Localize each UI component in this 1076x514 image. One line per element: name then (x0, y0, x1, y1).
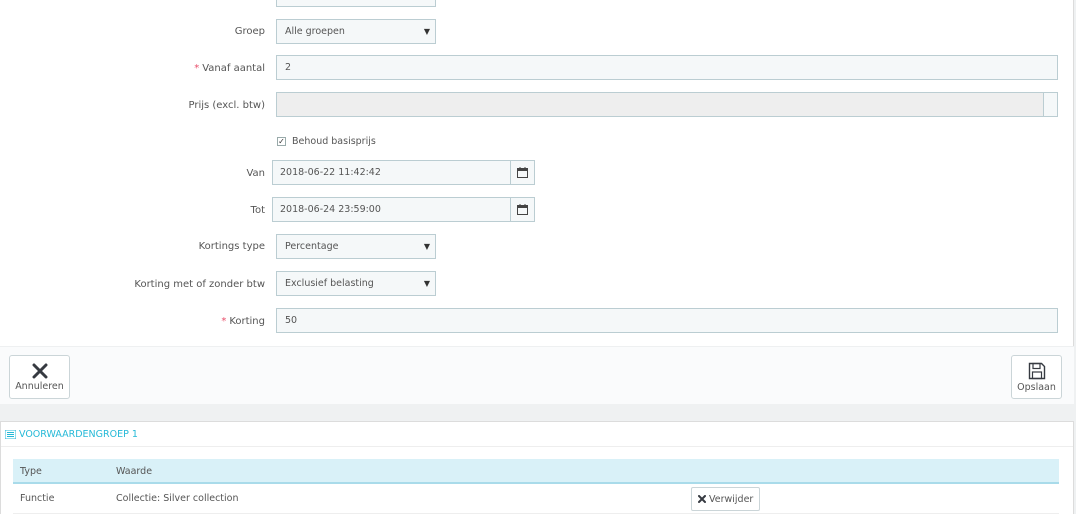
delete-condition-button[interactable]: Verwijder (691, 487, 761, 511)
row-type: Functie (20, 493, 55, 504)
to-date-label: Tot (250, 205, 265, 216)
discount-tax-select[interactable]: Exclusief belasting ▼ (276, 271, 436, 296)
keep-base-price-checkbox[interactable]: ✓ (277, 137, 286, 146)
caret-down-icon: ▼ (423, 27, 430, 36)
discount-tax-value: Exclusief belasting (285, 278, 374, 289)
price-input-addon (1043, 92, 1058, 117)
condition-group-heading: VOORWAARDENGROEP 1 (5, 429, 138, 440)
specific-price-form: Groep Alle groepen ▼ * Vanaf aantal 2 Pri… (0, 0, 1074, 404)
save-button[interactable]: Opslaan (1011, 355, 1062, 399)
required-mark: * (194, 63, 200, 74)
from-date-input[interactable]: 2018-06-22 11:42:42 (272, 160, 511, 185)
cropped-top-field[interactable] (276, 0, 436, 7)
discount-input[interactable]: 50 (276, 308, 1058, 333)
from-quantity-label: * Vanaf aantal (194, 63, 265, 74)
discount-label-text: Korting (229, 316, 265, 327)
list-icon (5, 430, 16, 439)
discount-type-value: Percentage (285, 241, 339, 252)
column-header-value: Waarde (116, 466, 153, 477)
condition-group-panel: VOORWAARDENGROEP 1 Type Waarde Functie C… (0, 421, 1074, 514)
group-label: Groep (234, 26, 265, 37)
form-footer: Annuleren Opslaan (0, 346, 1074, 404)
price-input[interactable] (276, 92, 1044, 117)
table-row: Functie Collectie: Silver collection Ver… (13, 484, 1059, 514)
required-mark: * (221, 316, 227, 327)
from-date-label: Van (246, 168, 265, 179)
discount-label: * Korting (221, 316, 265, 327)
calendar-icon (517, 204, 528, 215)
group-select[interactable]: Alle groepen ▼ (276, 19, 436, 44)
from-quantity-label-text: Vanaf aantal (202, 63, 265, 74)
from-date-calendar-button[interactable] (510, 160, 535, 185)
discount-type-select[interactable]: Percentage ▼ (276, 234, 436, 259)
cancel-button-label: Annuleren (15, 380, 64, 392)
discount-tax-label: Korting met of zonder btw (134, 279, 265, 290)
caret-down-icon: ▼ (423, 242, 430, 251)
to-date-calendar-button[interactable] (510, 197, 535, 222)
close-icon (698, 495, 706, 503)
calendar-icon (517, 167, 528, 178)
caret-down-icon: ▼ (423, 279, 430, 288)
column-header-type: Type (20, 466, 42, 477)
row-value: Collectie: Silver collection (116, 493, 239, 504)
keep-base-price-label: Behoud basisprijs (292, 136, 376, 147)
discount-type-label: Kortings type (198, 241, 265, 252)
group-select-value: Alle groepen (285, 26, 345, 37)
to-date-input[interactable]: 2018-06-24 23:59:00 (272, 197, 511, 222)
close-icon (32, 363, 47, 378)
from-quantity-input[interactable]: 2 (276, 55, 1058, 80)
price-label: Prijs (excl. btw) (188, 100, 265, 111)
conditions-table-header: Type Waarde (13, 459, 1059, 484)
condition-group-title: VOORWAARDENGROEP 1 (19, 429, 138, 440)
heading-divider (1, 446, 1073, 447)
floppy-disk-icon (1028, 362, 1045, 379)
cancel-button[interactable]: Annuleren (9, 355, 70, 399)
delete-condition-label: Verwijder (709, 493, 754, 505)
save-button-label: Opslaan (1017, 381, 1056, 393)
